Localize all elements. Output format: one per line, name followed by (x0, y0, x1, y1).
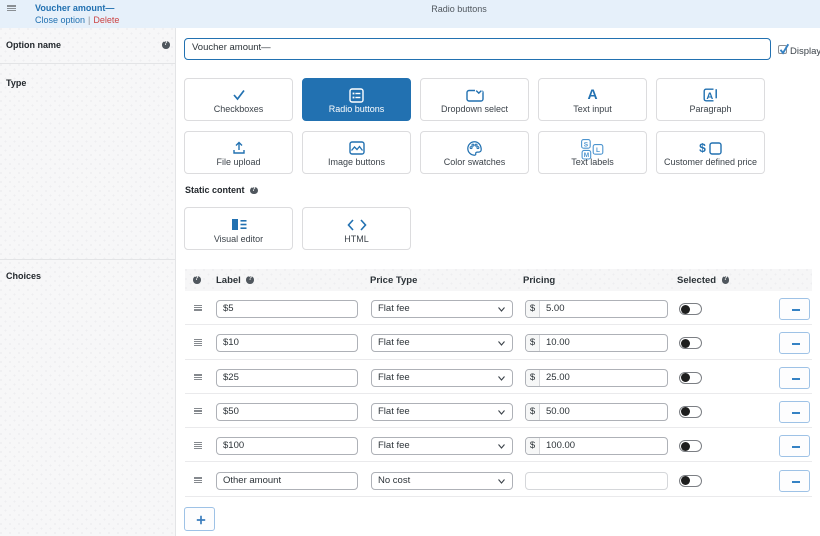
svg-text:L: L (596, 146, 600, 153)
svg-text:A: A (706, 90, 713, 101)
svg-text:S: S (584, 141, 589, 148)
